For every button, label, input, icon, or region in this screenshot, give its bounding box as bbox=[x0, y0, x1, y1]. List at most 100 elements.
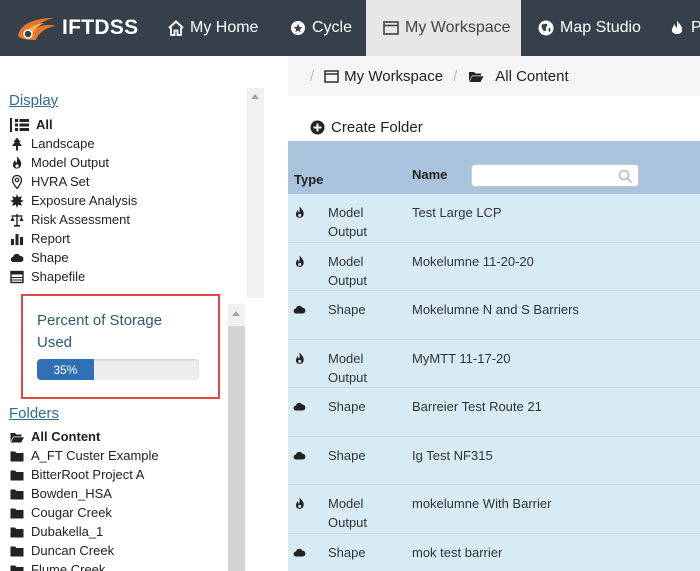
folder-item-all-content[interactable]: All Content bbox=[10, 427, 159, 446]
name-filter-input[interactable] bbox=[471, 164, 639, 187]
column-header-name[interactable]: Name bbox=[412, 167, 447, 182]
folder-icon bbox=[10, 546, 24, 556]
cloud-icon bbox=[293, 451, 306, 460]
nav-plan-label: Pl bbox=[691, 19, 700, 36]
breadcrumb-all-content: All Content bbox=[495, 67, 569, 85]
display-item-label: Model Output bbox=[31, 155, 110, 170]
row-name[interactable]: Barreier Test Route 21 bbox=[412, 397, 542, 416]
table-row[interactable]: Model Output Mokelumne 11-20-20 bbox=[288, 243, 700, 291]
folder-item-label: Cougar Creek bbox=[31, 505, 112, 520]
folder-item-label: Duncan Creek bbox=[31, 543, 115, 558]
map-marker-icon bbox=[11, 174, 23, 189]
display-item-model-output[interactable]: Model Output bbox=[10, 153, 137, 172]
nav-cycle[interactable]: Cycle bbox=[289, 0, 352, 56]
table-header: Type Name bbox=[288, 141, 700, 194]
display-item-label: Landscape bbox=[31, 136, 95, 151]
row-name[interactable]: MyMTT 11-17-20 bbox=[412, 349, 511, 368]
row-name[interactable]: mokelumne With Barrier bbox=[412, 494, 551, 513]
folder-item[interactable]: Cougar Creek bbox=[10, 503, 159, 522]
tree-icon bbox=[12, 137, 22, 150]
balance-scale-icon bbox=[10, 213, 24, 227]
create-folder-label: Create Folder bbox=[331, 119, 423, 136]
home-icon bbox=[168, 20, 184, 36]
table-row[interactable]: Model Output MyMTT 11-17-20 bbox=[288, 340, 700, 388]
display-item-report[interactable]: Report bbox=[10, 229, 137, 248]
row-type: Model Output bbox=[328, 253, 368, 288]
folder-item[interactable]: Duncan Creek bbox=[10, 541, 159, 560]
display-item-label: Risk Assessment bbox=[31, 212, 130, 227]
row-type: Model Output bbox=[328, 496, 368, 530]
folder-item[interactable]: Bowden_HSA bbox=[10, 484, 159, 503]
folders-scrollbar[interactable] bbox=[228, 304, 245, 571]
scroll-up-arrow-icon[interactable] bbox=[251, 94, 259, 99]
display-item-risk-assessment[interactable]: Risk Assessment bbox=[10, 210, 137, 229]
table-row[interactable]: Shape Barreier Test Route 21 bbox=[288, 388, 700, 437]
main-content: / My Workspace / All Content Create Fold… bbox=[288, 56, 700, 571]
nav-my-workspace-label: My Workspace bbox=[405, 19, 511, 36]
folder-item-label: BitterRoot Project A bbox=[31, 467, 145, 482]
display-heading[interactable]: Display bbox=[9, 92, 58, 109]
scroll-up-arrow-icon[interactable] bbox=[232, 311, 240, 316]
row-name[interactable]: Test Large LCP bbox=[412, 203, 502, 222]
folder-item-label: Flume Creek bbox=[31, 562, 106, 571]
folder-item[interactable]: Dubakella_1 bbox=[10, 522, 159, 541]
display-item-hvra-set[interactable]: HVRA Set bbox=[10, 172, 137, 191]
nav-plan[interactable]: Pl bbox=[668, 0, 700, 56]
left-panel: Display All Landscape Model Output HVRA … bbox=[0, 56, 265, 571]
storage-progress-bar: 35% bbox=[37, 359, 199, 380]
display-scrollbar[interactable] bbox=[247, 88, 264, 298]
folder-item[interactable]: Flume Creek bbox=[10, 560, 159, 571]
row-type: Shape bbox=[328, 544, 366, 560]
storage-progress-fill: 35% bbox=[37, 359, 94, 380]
display-filter-list: All Landscape Model Output HVRA Set Expo… bbox=[10, 115, 137, 286]
breadcrumb-separator: / bbox=[453, 67, 458, 85]
table-row[interactable]: Shape Ig Test NF315 bbox=[288, 437, 700, 485]
nav-my-home[interactable]: My Home bbox=[167, 0, 258, 56]
folder-item[interactable]: BitterRoot Project A bbox=[10, 465, 159, 484]
create-folder-button[interactable]: Create Folder bbox=[310, 119, 423, 136]
row-name[interactable]: Mokelumne N and S Barriers bbox=[412, 300, 579, 319]
row-name[interactable]: mok test barrier bbox=[412, 543, 502, 562]
storage-percent-label: 35% bbox=[53, 362, 78, 377]
cycle-icon bbox=[291, 21, 305, 35]
breadcrumb-my-workspace[interactable]: My Workspace bbox=[344, 68, 443, 85]
display-item-landscape[interactable]: Landscape bbox=[10, 134, 137, 153]
row-type: Shape bbox=[328, 399, 366, 414]
cloud-icon bbox=[293, 548, 306, 557]
sun-burst-icon bbox=[10, 193, 24, 208]
brand[interactable]: IFTDSS bbox=[14, 10, 138, 46]
globe-icon bbox=[538, 20, 554, 36]
row-name[interactable]: Mokelumne 11-20-20 bbox=[412, 252, 534, 271]
folder-icon bbox=[10, 508, 24, 518]
display-item-exposure-analysis[interactable]: Exposure Analysis bbox=[10, 191, 137, 210]
workspace-window-icon bbox=[383, 21, 399, 35]
storage-usage-panel: Percent of Storage Used 35% bbox=[21, 294, 220, 399]
column-header-type[interactable]: Type bbox=[294, 172, 323, 187]
folder-item[interactable]: A_FT Custer Example bbox=[10, 446, 159, 465]
display-item-label: Exposure Analysis bbox=[31, 193, 138, 208]
nav-map-studio[interactable]: Map Studio bbox=[537, 0, 641, 56]
row-name[interactable]: Ig Test NF315 bbox=[412, 446, 493, 465]
folder-open-icon bbox=[10, 432, 24, 442]
display-item-shapefile[interactable]: Shapefile bbox=[10, 267, 137, 286]
folder-item-label: A_FT Custer Example bbox=[31, 448, 159, 463]
display-item-all[interactable]: All bbox=[10, 115, 137, 134]
folder-item-label: Dubakella_1 bbox=[31, 524, 104, 539]
table-row[interactable]: Shape mok test barrier bbox=[288, 534, 700, 571]
cloud-icon bbox=[10, 253, 24, 262]
flame-logo-icon bbox=[18, 18, 56, 40]
table-row[interactable]: Shape Mokelumne N and S Barriers bbox=[288, 291, 700, 340]
row-type: Model Output bbox=[328, 350, 368, 385]
display-item-shape[interactable]: Shape bbox=[10, 248, 137, 267]
row-type: Shape bbox=[328, 302, 366, 317]
folder-icon bbox=[10, 527, 24, 537]
table-row[interactable]: Model Output mokelumne With Barrier bbox=[288, 485, 700, 534]
folders-heading[interactable]: Folders bbox=[9, 405, 59, 422]
folder-icon bbox=[10, 565, 24, 571]
nav-my-workspace[interactable]: My Workspace bbox=[366, 0, 521, 56]
nav-map-studio-label: Map Studio bbox=[560, 19, 641, 36]
table-icon bbox=[10, 270, 24, 283]
model-output-icon bbox=[295, 255, 304, 267]
workspace-window-icon bbox=[324, 69, 339, 83]
table-row[interactable]: Model Output Test Large LCP bbox=[288, 194, 700, 243]
